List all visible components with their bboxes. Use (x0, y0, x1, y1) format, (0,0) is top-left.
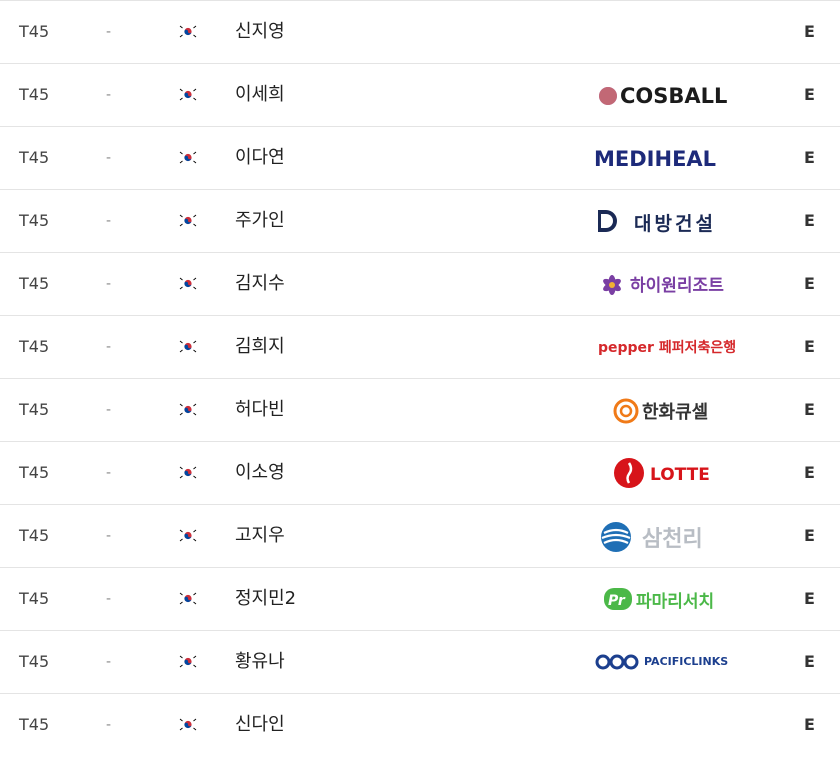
position-cell: T45 (19, 337, 50, 356)
sponsor-logo-high1: 하이원리조트 (603, 275, 724, 296)
round-score-cell: E (804, 400, 815, 419)
korea-flag-icon (178, 149, 198, 166)
player-name[interactable]: 황유나 (235, 631, 285, 693)
round-score-cell: E (804, 589, 815, 608)
table-row[interactable]: T45 - 정지민2 Pr 파마리서치 E (0, 567, 840, 630)
korea-flag-icon (178, 275, 198, 292)
rank-change-cell: - (106, 339, 112, 355)
position-cell: T45 (19, 652, 50, 671)
sponsor-name: PACIFICLINKS (644, 655, 728, 668)
position-cell: T45 (19, 148, 50, 167)
sponsor-logo-pacificlinks: PACIFICLINKS (595, 654, 728, 670)
sponsor-logo-mediheal: MEDIHEAL (594, 147, 716, 171)
table-row[interactable]: T45 - 김희지 pepper 페퍼저축은행 E (0, 315, 840, 378)
sponsor-logo-pharmaresearch: Pr 파마리서치 (604, 588, 714, 612)
table-row[interactable]: T45 - 주가인 대방건설 E (0, 189, 840, 252)
round-score-cell: E (804, 715, 815, 734)
korea-flag-icon (178, 653, 198, 670)
sponsor-name: 파마리서치 (636, 592, 714, 612)
player-name[interactable]: 이다연 (235, 127, 285, 189)
korea-flag-icon (178, 464, 198, 481)
player-name[interactable]: 김지수 (235, 253, 285, 315)
round-score-cell: E (804, 652, 815, 671)
rank-change-cell: - (106, 87, 112, 103)
player-name[interactable]: 정지민2 (235, 568, 296, 630)
korea-flag-icon (178, 23, 198, 40)
player-name[interactable]: 김희지 (235, 316, 285, 378)
table-row[interactable]: T45 - 이다연 MEDIHEAL E (0, 126, 840, 189)
rank-change-cell: - (106, 528, 112, 544)
korea-flag-icon (178, 527, 198, 544)
position-cell: T45 (19, 274, 50, 293)
round-score-cell: E (804, 148, 815, 167)
rank-change-cell: - (106, 717, 112, 733)
sponsor-name: LOTTE (650, 465, 710, 485)
table-row[interactable]: T45 - 고지우 삼천리 E (0, 504, 840, 567)
sponsor-logo-cosball: COSBALL (599, 84, 727, 108)
player-name[interactable]: 허다빈 (235, 379, 285, 441)
korea-flag-icon (178, 590, 198, 607)
player-name[interactable]: 신지영 (235, 1, 285, 63)
rank-change-cell: - (106, 213, 112, 229)
round-score-cell: E (804, 337, 815, 356)
sponsor-logo-pepper: pepper 페퍼저축은행 (598, 340, 736, 356)
sponsor-logo-samchully: 삼천리 (601, 522, 703, 552)
sponsor-logo-daebang: 대방건설 (598, 210, 716, 235)
position-cell: T45 (19, 22, 50, 41)
player-name[interactable]: 신다인 (235, 694, 285, 756)
sponsor-name: 대방건설 (634, 213, 716, 235)
table-row[interactable]: T45 - 허다빈 한화큐셀 E (0, 378, 840, 441)
position-cell: T45 (19, 463, 50, 482)
position-cell: T45 (19, 526, 50, 545)
player-name[interactable]: 주가인 (235, 190, 285, 252)
rank-change-cell: - (106, 276, 112, 292)
table-row[interactable]: T45 - 이세희 COSBALL E (0, 63, 840, 126)
rank-change-cell: - (106, 654, 112, 670)
korea-flag-icon (178, 401, 198, 418)
sponsor-name: 한화큐셀 (642, 402, 708, 423)
sponsor-name: 삼천리 (642, 527, 703, 552)
table-row[interactable]: T45 - 신지영 E (0, 0, 840, 63)
round-score-cell: E (804, 463, 815, 482)
korea-flag-icon (178, 716, 198, 733)
position-cell: T45 (19, 715, 50, 734)
round-score-cell: E (804, 211, 815, 230)
rank-change-cell: - (106, 24, 112, 40)
round-score-cell: E (804, 22, 815, 41)
player-name[interactable]: 이세희 (235, 64, 285, 126)
rank-change-cell: - (106, 402, 112, 418)
sponsor-logo-lotte: LOTTE (614, 458, 710, 488)
table-row[interactable]: T45 - 이소영 LOTTE E (0, 441, 840, 504)
round-score-cell: E (804, 85, 815, 104)
korea-flag-icon (178, 86, 198, 103)
leaderboard: T45 - 신지영 E T45 - 이세희 COSBALL E T45 - 이다… (0, 0, 840, 756)
table-row[interactable]: T45 - 김지수 하이원리조트 E (0, 252, 840, 315)
rank-change-cell: - (106, 591, 112, 607)
round-score-cell: E (804, 274, 815, 293)
table-row[interactable]: T45 - 황유나 PACIFICLINKS E (0, 630, 840, 693)
round-score-cell: E (804, 526, 815, 545)
sponsor-name: COSBALL (620, 84, 727, 108)
sponsor-name: MEDIHEAL (594, 147, 716, 171)
rank-change-cell: - (106, 465, 112, 481)
position-cell: T45 (19, 400, 50, 419)
sponsor-name: pepper 페퍼저축은행 (598, 340, 736, 356)
rank-change-cell: - (106, 150, 112, 166)
svg-text:Pr: Pr (608, 593, 626, 609)
player-name[interactable]: 고지우 (235, 505, 285, 567)
sponsor-logo-hanwha: 한화큐셀 (613, 398, 708, 424)
player-name[interactable]: 이소영 (235, 442, 285, 504)
korea-flag-icon (178, 338, 198, 355)
korea-flag-icon (178, 212, 198, 229)
table-row[interactable]: T45 - 신다인 E (0, 693, 840, 756)
position-cell: T45 (19, 85, 50, 104)
position-cell: T45 (19, 211, 50, 230)
sponsor-name: 하이원리조트 (630, 276, 724, 296)
position-cell: T45 (19, 589, 50, 608)
